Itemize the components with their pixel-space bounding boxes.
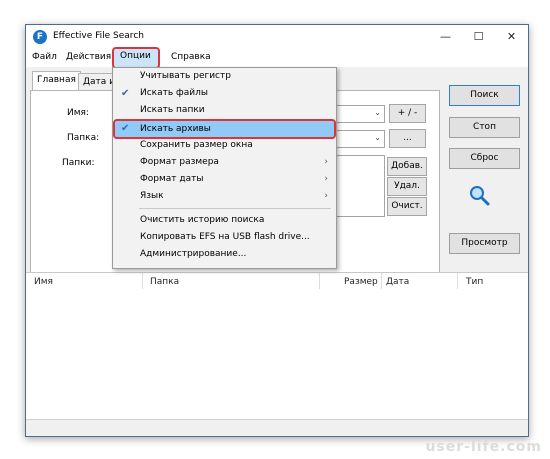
menu-item-label: Искать файлы [140,88,208,98]
column-header-size[interactable]: Размер [344,277,378,287]
column-divider[interactable] [319,273,320,289]
menu-item-search-files[interactable]: ✔ Искать файлы [113,85,336,102]
chevron-down-icon: ⌄ [374,133,381,142]
folders-label: Папки: [62,158,95,168]
column-divider[interactable] [457,273,458,289]
menu-options[interactable]: Опции [112,47,160,69]
watermark-text: user-life.com [425,439,542,455]
menu-item-language[interactable]: Язык › [113,188,336,205]
clear-button[interactable]: Очист. [387,197,427,216]
chevron-right-icon: › [324,191,328,201]
stop-button[interactable]: Стоп [449,117,520,138]
menu-item-save-window-size[interactable]: Сохранить размер окна [113,137,336,154]
menu-item-match-case[interactable]: Учитывать регистр [113,68,336,85]
app-logo-icon: F [33,30,47,44]
tab-main[interactable]: Главная [32,71,81,91]
column-header-type[interactable]: Тип [466,277,483,287]
add-button[interactable]: Добав. [387,157,427,176]
menu-item-search-folders[interactable]: Искать папки [113,102,336,119]
title-bar: F Effective File Search — ☐ ✕ [26,25,528,49]
menu-bar: Файл Действия Справка [26,49,528,67]
chevron-right-icon: › [324,174,328,184]
plus-minus-button[interactable]: + / - [389,104,426,123]
menu-item-label: Очистить историю поиска [140,215,265,225]
chevron-right-icon: › [324,157,328,167]
menu-item-copy-to-usb[interactable]: Копировать EFS на USB flash drive... [113,229,336,246]
menu-actions[interactable]: Действия [66,52,111,62]
column-divider[interactable] [142,273,143,289]
menu-item-label: Искать папки [140,105,205,115]
maximize-button[interactable]: ☐ [462,25,495,49]
name-label: Имя: [67,108,89,118]
menu-item-label: Копировать EFS на USB flash drive... [140,232,310,242]
menu-item-administration[interactable]: Администрирование... [113,246,336,263]
search-icon [470,186,490,206]
menu-item-label: Язык [140,191,164,201]
column-header-folder[interactable]: Папка [150,277,179,287]
menu-item-date-format[interactable]: Формат даты › [113,171,336,188]
app-window: F Effective File Search — ☐ ✕ Файл Дейст… [25,24,529,437]
column-header-name[interactable]: Имя [34,277,53,287]
checkmark-icon: ✔ [121,88,130,99]
column-header-date[interactable]: Дата [386,277,409,287]
menu-item-label: Учитывать регистр [140,71,231,81]
browse-button[interactable]: ... [389,129,426,148]
menu-item-label: Искать архивы [140,124,211,134]
menu-item-label: Формат размера [140,157,219,167]
window-title: Effective File Search [53,31,144,41]
remove-button[interactable]: Удал. [387,177,427,196]
chevron-down-icon: ⌄ [374,108,381,117]
menu-item-size-format[interactable]: Формат размера › [113,154,336,171]
options-dropdown-menu: Учитывать регистр ✔ Искать файлы Искать … [112,67,337,269]
view-button[interactable]: Просмотр [449,233,520,254]
menu-item-search-archives[interactable]: ✔ Искать архивы [113,119,336,139]
menu-separator [139,208,331,209]
results-table[interactable]: Имя Папка Размер Дата Тип [26,272,528,420]
minimize-button[interactable]: — [429,25,462,49]
menu-item-clear-history[interactable]: Очистить историю поиска [113,212,336,229]
reset-button[interactable]: Сброс [449,148,520,169]
checkmark-icon: ✔ [121,123,130,134]
column-divider[interactable] [381,273,382,289]
menu-help[interactable]: Справка [171,52,211,62]
menu-options-label: Опции [120,51,151,61]
menu-item-label: Формат даты [140,174,204,184]
folder-label: Папка: [67,133,100,143]
menu-item-label: Сохранить размер окна [140,140,253,150]
menu-item-label: Администрирование... [140,249,247,259]
search-button[interactable]: Поиск [449,85,520,106]
menu-file[interactable]: Файл [32,52,57,62]
close-button[interactable]: ✕ [495,25,528,49]
status-bar [26,419,528,436]
